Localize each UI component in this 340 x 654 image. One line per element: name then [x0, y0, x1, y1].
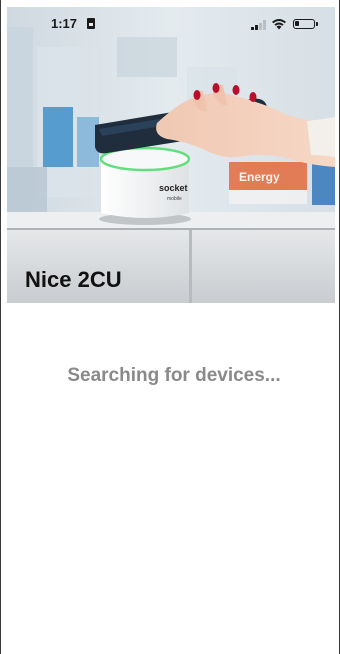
- app-screen: Energy socket mobile 1:17 Nice 2CU Searc…: [0, 0, 340, 654]
- searching-status-text: Searching for devices...: [67, 365, 281, 386]
- device-title: Nice 2CU: [25, 267, 122, 292]
- socket-logo-subtext: mobile: [167, 196, 182, 202]
- shelf-sign-text: Energy: [239, 170, 280, 184]
- hero-image: Energy socket mobile 1:17 Nice 2CU: [7, 7, 335, 303]
- hero-photo: Energy socket mobile: [7, 7, 335, 303]
- status-bar: 1:17: [7, 7, 335, 41]
- battery-icon: [293, 19, 318, 29]
- socket-logo-text: socket: [159, 183, 188, 193]
- cellular-signal-icon: [251, 20, 267, 30]
- wifi-icon: [272, 19, 286, 30]
- status-time: 1:17: [51, 16, 78, 31]
- sim-card-icon: [87, 18, 95, 29]
